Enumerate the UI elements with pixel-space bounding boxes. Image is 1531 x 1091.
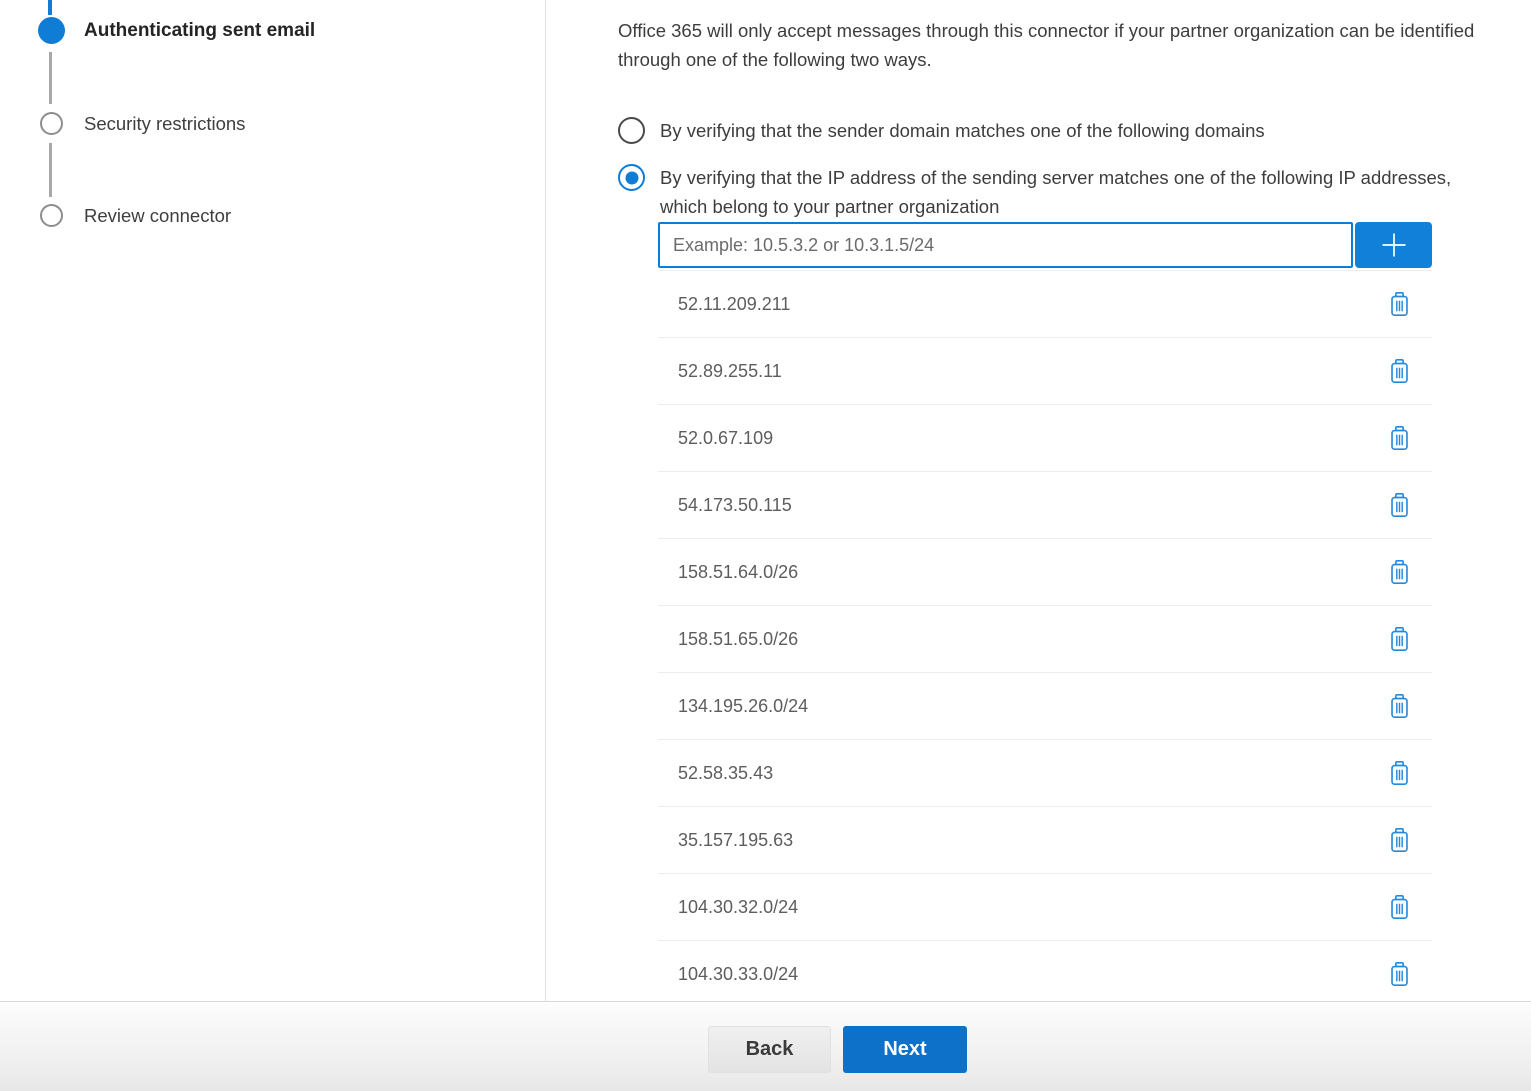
ip-value: 158.51.64.0/26: [678, 562, 798, 583]
ip-value: 134.195.26.0/24: [678, 696, 808, 717]
sidebar-content-divider: [545, 0, 546, 1001]
step-authenticating-sent-email: Authenticating sent email: [84, 20, 315, 42]
next-button[interactable]: Next: [843, 1026, 967, 1073]
plus-icon: [1379, 230, 1409, 260]
ip-value: 104.30.32.0/24: [678, 897, 798, 918]
trash-icon: [1388, 760, 1411, 786]
ip-list-item: 158.51.65.0/26: [658, 606, 1432, 673]
delete-ip-button[interactable]: [1386, 357, 1412, 385]
radio-option-label[interactable]: By verifying that the sender domain matc…: [660, 117, 1265, 144]
stepper-progress-line: [48, 0, 52, 15]
trash-icon: [1388, 827, 1411, 853]
trash-icon: [1388, 291, 1411, 317]
delete-ip-button[interactable]: [1386, 625, 1412, 653]
radio-option-sender-domain[interactable]: By verifying that the sender domain matc…: [618, 117, 1265, 144]
trash-icon: [1388, 626, 1411, 652]
delete-ip-button[interactable]: [1386, 893, 1412, 921]
step-review-connector: Review connector: [84, 205, 231, 227]
trash-icon: [1388, 492, 1411, 518]
radio-option-label[interactable]: By verifying that the IP address of the …: [660, 164, 1490, 221]
stepper-connector-line: [49, 143, 52, 197]
radio-option-ip-address[interactable]: By verifying that the IP address of the …: [618, 164, 1490, 221]
ip-value: 54.173.50.115: [678, 495, 792, 516]
ip-value: 52.0.67.109: [678, 428, 773, 449]
radio-unselected-icon[interactable]: [618, 117, 645, 144]
ip-value: 52.89.255.11: [678, 361, 782, 382]
step-upcoming-circle: [40, 204, 63, 227]
delete-ip-button[interactable]: [1386, 759, 1412, 787]
ip-list: 52.11.209.211 52.89.255.11 52.0.67.109: [658, 270, 1432, 1008]
delete-ip-button[interactable]: [1386, 424, 1412, 452]
trash-icon: [1388, 559, 1411, 585]
ip-list-item: 104.30.33.0/24: [658, 941, 1432, 1008]
delete-ip-button[interactable]: [1386, 290, 1412, 318]
ip-list-item: 52.11.209.211: [658, 271, 1432, 338]
wizard-footer: Back Next: [0, 1001, 1531, 1091]
ip-list-item: 158.51.64.0/26: [658, 539, 1432, 606]
wizard-stepper: Authenticating sent email Security restr…: [0, 0, 545, 1001]
delete-ip-button[interactable]: [1386, 826, 1412, 854]
ip-value: 158.51.65.0/26: [678, 629, 798, 650]
ip-value: 52.58.35.43: [678, 763, 773, 784]
step-upcoming-circle: [40, 112, 63, 135]
add-ip-button[interactable]: [1355, 222, 1432, 268]
page-description: Office 365 will only accept messages thr…: [618, 17, 1531, 74]
stepper-connector-line: [49, 52, 52, 104]
trash-icon: [1388, 693, 1411, 719]
ip-value: 104.30.33.0/24: [678, 964, 798, 985]
radio-selected-icon[interactable]: [618, 164, 645, 191]
trash-icon: [1388, 961, 1411, 987]
step-current-circle: [38, 17, 65, 44]
trash-icon: [1388, 894, 1411, 920]
delete-ip-button[interactable]: [1386, 960, 1412, 988]
ip-list-item: 134.195.26.0/24: [658, 673, 1432, 740]
ip-list-item: 52.58.35.43: [658, 740, 1432, 807]
trash-icon: [1388, 358, 1411, 384]
ip-list-item: 35.157.195.63: [658, 807, 1432, 874]
ip-value: 35.157.195.63: [678, 830, 793, 851]
back-button[interactable]: Back: [708, 1026, 831, 1073]
ip-list-item: 52.0.67.109: [658, 405, 1432, 472]
delete-ip-button[interactable]: [1386, 558, 1412, 586]
delete-ip-button[interactable]: [1386, 692, 1412, 720]
ip-value: 52.11.209.211: [678, 294, 790, 315]
ip-address-input[interactable]: [658, 222, 1353, 268]
ip-list-item: 54.173.50.115: [658, 472, 1432, 539]
step-security-restrictions: Security restrictions: [84, 113, 245, 135]
delete-ip-button[interactable]: [1386, 491, 1412, 519]
ip-list-item: 104.30.32.0/24: [658, 874, 1432, 941]
connector-wizard-page: Authenticating sent email Security restr…: [0, 0, 1531, 1091]
ip-list-item: 52.89.255.11: [658, 338, 1432, 405]
trash-icon: [1388, 425, 1411, 451]
